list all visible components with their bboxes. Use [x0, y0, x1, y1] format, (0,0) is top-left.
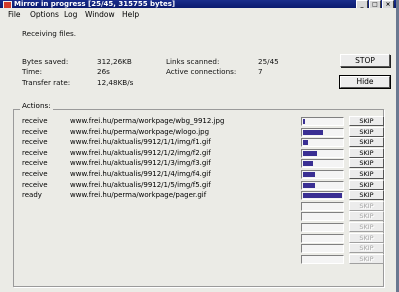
progress-bar	[301, 191, 344, 201]
progress-bar	[301, 138, 344, 148]
skip-button[interactable]: SKIP	[349, 147, 384, 158]
progress-bar	[301, 170, 344, 179]
progress-fill	[303, 172, 315, 177]
actions-label: Actions:	[20, 101, 53, 110]
skip-button: SKIP	[349, 243, 384, 254]
time-label: Time:	[22, 67, 43, 76]
action-type: receive	[22, 127, 48, 136]
progress-bar	[301, 223, 344, 232]
action-row: receive www.frei.hu/perma/workpage/wlogo.…	[0, 126, 396, 138]
skip-button[interactable]: SKIP	[349, 158, 384, 169]
progress-fill	[303, 140, 308, 146]
action-row: receive www.frei.hu/aktualis/9912/1/3/img…	[0, 158, 396, 169]
progress-fill	[303, 129, 323, 135]
progress-bar	[301, 244, 344, 254]
progress-fill	[303, 161, 313, 167]
transfer-rate-label: Transfer rate:	[22, 78, 71, 87]
window-title: Mirror in progress [25/45, 315755 bytes]	[14, 0, 176, 8]
status-text: Receiving files.	[22, 29, 77, 38]
progress-fill	[303, 119, 305, 124]
action-row: SKIP	[0, 232, 396, 244]
menu-window[interactable]: Window	[85, 9, 115, 20]
menu-log[interactable]: Log	[64, 9, 77, 20]
action-type: receive	[22, 170, 48, 178]
progress-bar	[301, 233, 344, 243]
action-url: www.frei.hu/aktualis/9912/1/1/img/f1.gif	[70, 138, 211, 147]
progress-bar	[301, 254, 344, 264]
action-type: receive	[22, 180, 48, 189]
time-value: 26s	[97, 67, 110, 76]
minimize-button[interactable]: _	[356, 0, 368, 8]
skip-button: SKIP	[349, 253, 384, 264]
skip-button: SKIP	[349, 232, 384, 243]
links-scanned-value: 25/45	[258, 57, 279, 66]
action-url: www.frei.hu/aktualis/9912/1/3/img/f3.gif	[70, 159, 211, 168]
action-url: www.frei.hu/perma/workpage/wlogo.jpg	[70, 127, 210, 136]
maximize-button[interactable]: □	[369, 0, 381, 8]
progress-bar	[301, 180, 344, 190]
menu-bar: File Options Log Window Help	[0, 9, 396, 20]
action-row: receive www.frei.hu/aktualis/9912/1/2/img…	[0, 147, 396, 159]
progress-bar	[301, 117, 344, 126]
action-type: receive	[22, 117, 48, 125]
action-type: ready	[22, 191, 42, 200]
action-url: www.frei.hu/perma/workpage/wbg_9912.jpg	[70, 117, 225, 125]
skip-button[interactable]: SKIP	[349, 137, 384, 148]
progress-fill	[303, 193, 342, 199]
progress-fill	[303, 182, 315, 188]
title-bar[interactable]: Mirror in progress [25/45, 315755 bytes]…	[0, 0, 396, 8]
bytes-saved-label: Bytes saved:	[22, 57, 69, 66]
transfer-rate-value: 12,48KB/s	[97, 78, 134, 87]
close-button[interactable]: ×	[382, 0, 394, 8]
skip-button: SKIP	[349, 200, 384, 211]
action-url: www.frei.hu/aktualis/9912/1/2/img/f2.gif	[70, 148, 211, 157]
skip-button[interactable]: SKIP	[349, 169, 384, 179]
menu-options[interactable]: Options	[30, 9, 59, 20]
skip-button: SKIP	[349, 222, 384, 232]
progress-fill	[303, 150, 317, 156]
stop-button[interactable]: STOP	[340, 54, 390, 67]
skip-button[interactable]: SKIP	[349, 179, 384, 190]
links-scanned-label: Links scanned:	[166, 57, 220, 66]
app-icon	[3, 1, 12, 8]
skip-button: SKIP	[349, 211, 384, 222]
action-url: www.frei.hu/aktualis/9912/1/5/img/f5.gif	[70, 180, 211, 189]
action-row: ready www.frei.hu/perma/workpage/pager.gi…	[0, 190, 396, 201]
action-url: www.frei.hu/perma/workpage/pager.gif	[70, 191, 207, 200]
action-row: SKIP	[0, 253, 396, 265]
active-connections-label: Active connections:	[166, 67, 237, 76]
mirror-progress-window: Mirror in progress [25/45, 315755 bytes]…	[0, 0, 396, 292]
action-url: www.frei.hu/aktualis/9912/1/4/img/f4.gif	[70, 170, 211, 178]
bytes-saved-value: 312,26KB	[97, 57, 132, 66]
menu-file[interactable]: File	[8, 9, 21, 20]
action-type: receive	[22, 159, 48, 168]
action-row: receive www.frei.hu/aktualis/9912/1/1/img…	[0, 137, 396, 148]
menu-help[interactable]: Help	[122, 9, 139, 20]
hide-button[interactable]: Hide	[339, 75, 391, 89]
skip-button[interactable]: SKIP	[349, 126, 384, 137]
progress-bar	[301, 127, 344, 137]
progress-bar	[301, 212, 344, 222]
action-row: receive www.frei.hu/aktualis/9912/1/4/img…	[0, 169, 396, 180]
progress-bar	[301, 148, 344, 158]
active-connections-value: 7	[258, 67, 263, 76]
action-row: SKIP	[0, 243, 396, 254]
action-row: receive www.frei.hu/aktualis/9912/1/5/img…	[0, 179, 396, 191]
action-type: receive	[22, 138, 48, 147]
skip-button[interactable]: SKIP	[349, 116, 384, 126]
progress-bar	[301, 201, 344, 211]
action-row: SKIP	[0, 200, 396, 212]
skip-button[interactable]: SKIP	[349, 190, 384, 201]
progress-bar	[301, 159, 344, 169]
action-row: receive www.frei.hu/perma/workpage/wbg_99…	[0, 116, 396, 127]
action-type: receive	[22, 148, 48, 157]
action-row: SKIP	[0, 211, 396, 222]
action-row: SKIP	[0, 222, 396, 233]
